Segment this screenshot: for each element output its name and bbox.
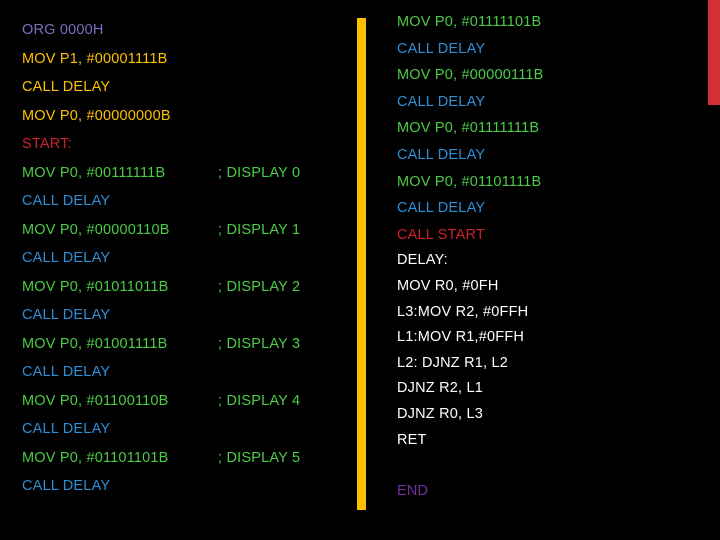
code-text: CALL DELAY <box>22 250 111 266</box>
code-line: L2: DJNZ R1, L2 <box>397 351 716 377</box>
code-line: CALL DELAY <box>397 142 716 169</box>
code-text: CALL DELAY <box>22 79 111 95</box>
code-text: CALL DELAY <box>397 40 486 57</box>
code-text: DJNZ R0, L3 <box>397 405 483 422</box>
code-text: L2: DJNZ R1, L2 <box>397 354 508 371</box>
code-text: CALL DELAY <box>22 307 111 323</box>
code-line: MOV P1, #00001111B <box>22 45 352 74</box>
code-line: CALL START <box>397 222 716 249</box>
code-line: CALL DELAY <box>397 89 716 116</box>
code-line: MOV P0, #00111111B ; DISPLAY 0 <box>22 159 352 188</box>
code-line: MOV P0, #01111101B; DISPLAY 6 <box>397 9 716 36</box>
code-text: END <box>397 482 429 499</box>
code-text: MOV P0, #00000000B <box>22 107 171 124</box>
code-comment: ; DISPLAY 3 <box>218 335 301 352</box>
code-text: MOV P0, #00000111B <box>397 67 544 84</box>
code-text: ORG 0000H <box>22 22 104 38</box>
code-text: MOV P1, #00001111B <box>22 50 168 67</box>
code-line: DELAY: <box>397 248 716 274</box>
code-slide: ORG 0000H MOV P1, #00001111B CALL DELAY MOV… <box>0 0 720 540</box>
code-line: MOV P0, #01101111B; DISPLAY 9 <box>397 169 716 196</box>
code-comment: ; DISPLAY 0 <box>218 164 301 181</box>
code-text: MOV P0, #00000110B <box>22 221 170 238</box>
code-comment: ; DISPLAY 4 <box>218 392 301 409</box>
code-line: CALL DELAY <box>397 195 716 222</box>
code-line: CALL DELAY <box>22 301 352 330</box>
code-line: DJNZ R0, L3 <box>397 402 716 428</box>
code-line: MOV P0, #01111111B; DISPLAY 8 <box>397 115 716 142</box>
code-line: MOV P0, #01100110B ; DISPLAY 4 <box>22 387 352 416</box>
code-comment: ; DISPLAY 5 <box>218 449 301 466</box>
code-text: MOV P0, #01111101B <box>397 14 542 30</box>
code-line: RET <box>397 428 716 454</box>
code-line: L3:MOV R2, #0FFH <box>397 300 716 326</box>
code-line: CALL DELAY <box>22 73 352 102</box>
code-text: START: <box>22 136 72 152</box>
column-divider-bar <box>357 18 366 510</box>
code-comment: ; DISPLAY 2 <box>218 278 301 295</box>
code-line: MOV P0, #01101101B ; DISPLAY 5 <box>22 444 352 473</box>
code-line: ORG 0000H <box>22 16 352 45</box>
code-line: MOV P0, #00000111B; DISPLAY 7 <box>397 62 716 89</box>
code-line: MOV R0, #0FH <box>397 274 716 300</box>
code-text: CALL DELAY <box>397 146 486 163</box>
code-text: MOV P0, #01101101B <box>22 449 169 466</box>
code-text: CALL DELAY <box>22 364 111 380</box>
code-text: L1:MOV R1,#0FFH <box>397 329 525 346</box>
code-line: DJNZ R2, L1 <box>397 376 716 402</box>
code-text: MOV P0, #01100110B <box>22 392 169 409</box>
code-text: CALL DELAY <box>397 200 486 217</box>
code-text: MOV P0, #01101111B <box>397 173 542 190</box>
code-line: CALL DELAY <box>22 415 352 444</box>
code-column-left: ORG 0000H MOV P1, #00001111B CALL DELAY MOV… <box>0 0 352 501</box>
code-column-right: MOV P0, #01111101B; DISPLAY 6 CALL DELAY M… <box>380 0 716 504</box>
code-line: CALL DELAY <box>397 36 716 63</box>
code-text: CALL START <box>397 226 485 243</box>
code-text: MOV P0, #01001111B <box>22 335 168 352</box>
code-text: MOV R0, #0FH <box>397 277 499 294</box>
code-line: L1:MOV R1,#0FFH <box>397 325 716 351</box>
code-line: MOV P0, #01011011B ; DISPLAY 2 <box>22 273 352 302</box>
code-line: CALL DELAY <box>22 358 352 387</box>
code-line: MOV P0, #00000110B ; DISPLAY 1 <box>22 216 352 245</box>
code-text: CALL DELAY <box>22 193 111 209</box>
code-line: END <box>397 479 716 505</box>
code-line: MOV P0, #01001111B ; DISPLAY 3 <box>22 330 352 359</box>
code-text: L3:MOV R2, #0FFH <box>397 303 529 320</box>
code-comment: ; DISPLAY 1 <box>218 221 301 238</box>
code-line: CALL DELAY <box>22 244 352 273</box>
code-text: CALL DELAY <box>397 93 486 110</box>
code-text: RET <box>397 431 427 448</box>
code-text: CALL DELAY <box>22 421 111 437</box>
code-text: MOV P0, #01011011B <box>22 278 169 295</box>
code-line: START: <box>22 130 352 159</box>
code-text: DELAY: <box>397 252 448 269</box>
code-text: CALL DELAY <box>22 478 111 494</box>
code-line: CALL DELAY <box>22 472 352 501</box>
code-text: MOV P0, #00111111B <box>22 164 166 181</box>
code-text: DJNZ R2, L1 <box>397 380 483 397</box>
code-line: CALL DELAY <box>22 187 352 216</box>
code-line: MOV P0, #00000000B <box>22 102 352 131</box>
code-text: MOV P0, #01111111B <box>397 120 540 137</box>
